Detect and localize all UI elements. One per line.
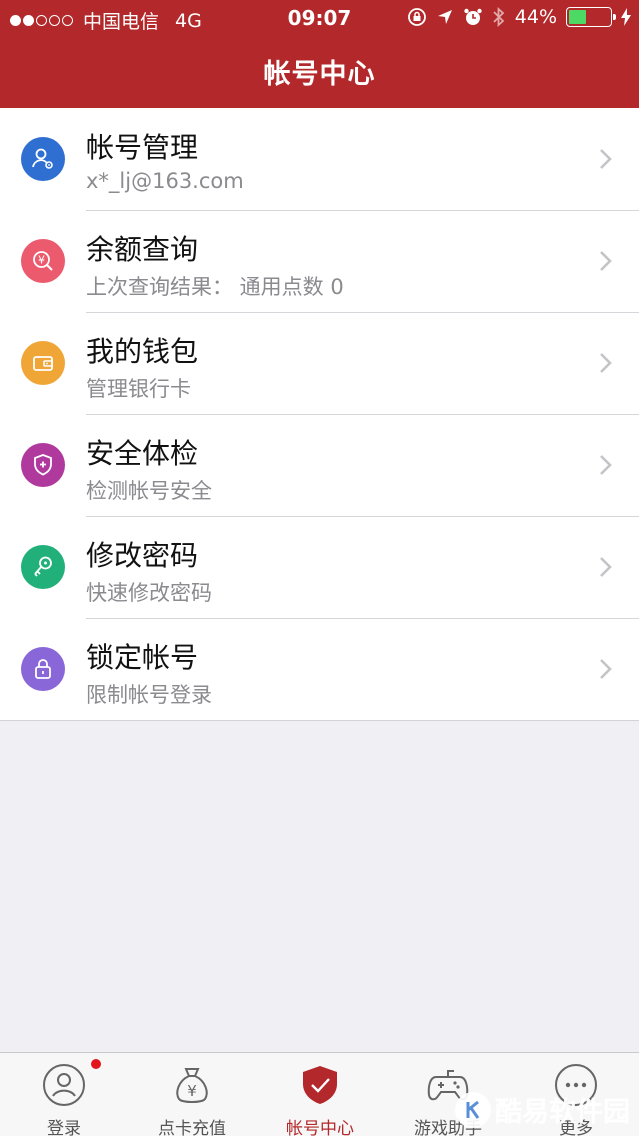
shield-check-icon <box>303 1066 337 1104</box>
svg-text:¥: ¥ <box>38 254 45 267</box>
menu-item-title: 我的钱包 <box>86 335 199 368</box>
tab-label: 帐号中心 <box>286 1119 354 1136</box>
chevron-right-icon <box>600 149 612 169</box>
chevron-right-icon <box>600 659 612 679</box>
user-gear-icon <box>21 137 65 181</box>
status-bar: 中国电信 4G 09:07 44% <box>0 0 639 36</box>
menu-item-balance-inquiry[interactable]: ¥ 余额查询 上次查询结果： 通用点数 0 <box>0 210 639 312</box>
lock-icon <box>21 647 65 691</box>
tab-label: 点卡充值 <box>158 1119 226 1136</box>
yen-search-icon: ¥ <box>21 239 65 283</box>
notification-badge <box>91 1059 101 1069</box>
menu-item-title: 安全体检 <box>86 437 199 470</box>
key-icon <box>21 545 65 589</box>
app-header: 中国电信 4G 09:07 44% 帐号中心 <box>0 0 639 108</box>
chevron-right-icon <box>600 455 612 475</box>
chevron-right-icon <box>600 557 612 577</box>
menu-item-subtitle: 限制帐号登录 <box>86 683 212 707</box>
chevron-right-icon <box>600 353 612 373</box>
menu-item-lock-account[interactable]: 锁定帐号 限制帐号登录 <box>0 618 639 720</box>
rotation-lock-icon <box>407 8 426 26</box>
watermark-k-icon <box>455 1091 491 1128</box>
menu-item-subtitle: x*_lj@163.com <box>86 169 244 193</box>
alarm-icon <box>464 8 482 25</box>
tab-login[interactable]: 登录 <box>0 1053 128 1136</box>
account-menu-list: 帐号管理 x*_lj@163.com ¥ 余额查询 上次查询结果： 通用点数 0… <box>0 108 639 721</box>
menu-item-title: 帐号管理 <box>86 131 199 164</box>
location-arrow-icon <box>437 10 452 24</box>
menu-item-subtitle: 管理银行卡 <box>86 377 191 401</box>
bluetooth-icon <box>493 6 505 28</box>
chevron-right-icon <box>600 251 612 271</box>
shield-plus-icon <box>21 443 65 487</box>
battery-percent: 44% <box>514 6 557 28</box>
person-icon <box>43 1064 85 1106</box>
battery-icon <box>566 7 616 27</box>
menu-item-subtitle: 检测帐号安全 <box>86 479 212 503</box>
wallet-icon <box>21 341 65 385</box>
menu-item-change-password[interactable]: 修改密码 快速修改密码 <box>0 516 639 618</box>
tab-account-center[interactable]: 帐号中心 <box>256 1053 384 1136</box>
menu-item-title: 修改密码 <box>86 539 199 572</box>
watermark-text: 酷易软件园 <box>495 1097 630 1128</box>
menu-item-my-wallet[interactable]: 我的钱包 管理银行卡 <box>0 312 639 414</box>
menu-item-title: 锁定帐号 <box>86 641 199 674</box>
menu-item-account-management[interactable]: 帐号管理 x*_lj@163.com <box>0 108 639 210</box>
watermark-logo: 酷易软件园 <box>455 1083 639 1136</box>
menu-item-title: 余额查询 <box>86 233 199 266</box>
menu-item-subtitle: 上次查询结果： 通用点数 0 <box>86 275 344 299</box>
charging-icon <box>621 8 631 26</box>
menu-item-subtitle: 快速修改密码 <box>86 581 212 605</box>
tab-card-recharge[interactable]: ¥ 点卡充值 <box>128 1053 256 1136</box>
tab-label: 登录 <box>47 1119 81 1136</box>
money-bag-icon: ¥ <box>176 1068 208 1103</box>
menu-item-security-check[interactable]: 安全体检 检测帐号安全 <box>0 414 639 516</box>
svg-text:¥: ¥ <box>187 1082 197 1100</box>
page-title: 帐号中心 <box>263 59 376 90</box>
